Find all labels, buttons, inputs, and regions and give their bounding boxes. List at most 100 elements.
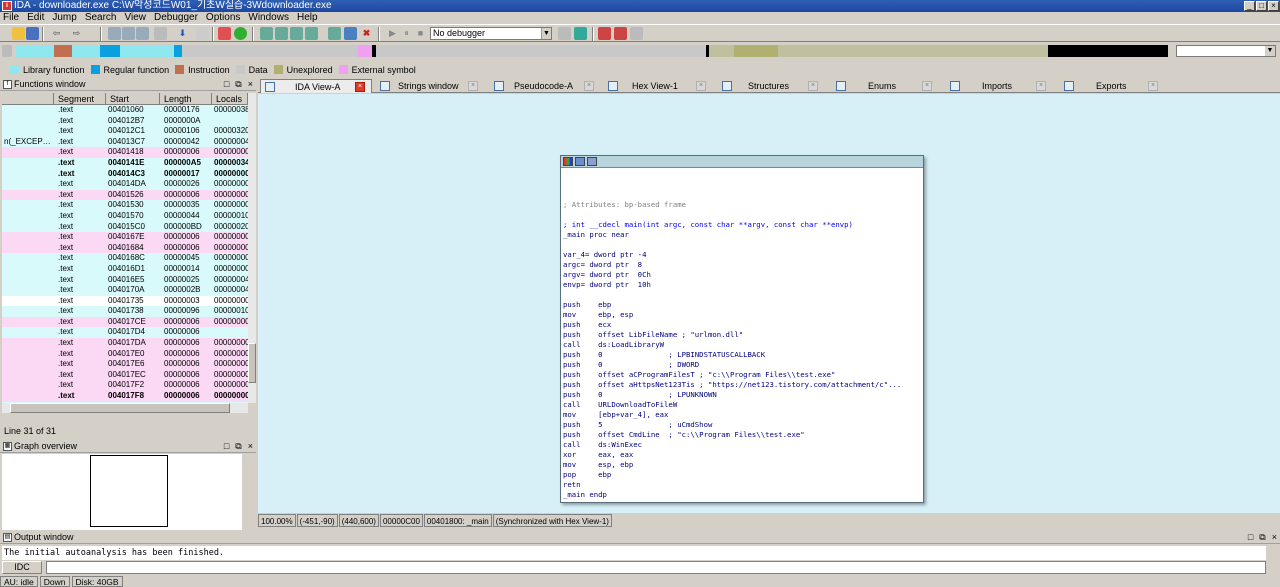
code-line[interactable] [563, 210, 923, 220]
print-icon[interactable] [154, 27, 167, 40]
table-row[interactable]: .text 004017E6 00000006 00000000 [2, 359, 248, 370]
code-line[interactable]: var_4= dword ptr -4 [563, 250, 923, 260]
make-data-icon[interactable] [305, 27, 318, 40]
menu-edit[interactable]: Edit [27, 12, 44, 24]
tab-close-icon[interactable]: × [922, 81, 932, 91]
scrollbar-thumb[interactable] [248, 343, 256, 383]
menu-options[interactable]: Options [206, 12, 240, 24]
graph-node-main[interactable]: ; Attributes: bp-based frame ; int __cdec… [560, 155, 924, 503]
node-graph-icon[interactable] [575, 157, 585, 166]
table-row[interactable]: .text 004017F8 00000006 00000000 [2, 391, 248, 402]
search-next-icon[interactable] [136, 27, 149, 40]
code-line[interactable]: _main endp [563, 490, 923, 500]
delete-icon[interactable]: ✖ [360, 27, 373, 40]
code-line[interactable]: mov ebp, esp [563, 310, 923, 320]
forward-arrow-icon[interactable]: ⇨ [70, 27, 83, 40]
code-line[interactable]: call URLDownloadToFileW [563, 400, 923, 410]
table-row[interactable]: .text 00401418 00000006 00000000 [2, 147, 248, 158]
scrollbar-thumb[interactable] [10, 403, 230, 413]
stop-icon[interactable]: ■ [414, 27, 427, 40]
create-function-icon[interactable] [275, 27, 288, 40]
code-line[interactable]: argc= dword ptr 8 [563, 260, 923, 270]
table-row[interactable]: .text 00401570 00000044 00000010 [2, 210, 248, 222]
column-length[interactable]: Length [160, 93, 212, 104]
table-row[interactable]: .text 0040141E 000000A5 00000034 [2, 157, 248, 169]
table-row[interactable]: .text 00401735 00000003 00000000 [2, 295, 248, 307]
table-row[interactable]: .text 00401526 00000006 00000000 [2, 189, 248, 201]
panel-close-icon[interactable]: × [1272, 531, 1277, 544]
code-line[interactable] [563, 190, 923, 200]
code-line[interactable]: xor eax, eax [563, 450, 923, 460]
code-line[interactable]: _main proc near [563, 230, 923, 240]
code-line[interactable]: envp= dword ptr 10h [563, 280, 923, 290]
table-row[interactable]: .text 00401684 00000006 00000000 [2, 242, 248, 254]
table-row[interactable]: .text 004017EC 00000006 00000000 [2, 369, 248, 381]
table-row[interactable]: .text 00401060 00000176 00000038 [2, 105, 248, 116]
code-line[interactable]: argv= dword ptr 0Ch [563, 270, 923, 280]
tab-structures[interactable]: Structures × [718, 79, 830, 93]
menu-search[interactable]: Search [85, 12, 117, 24]
code-line[interactable]: push ebp [563, 300, 923, 310]
code-line[interactable]: ; Attributes: bp-based frame [563, 200, 923, 210]
node-color-icon[interactable] [563, 157, 573, 166]
disassembly-listing[interactable]: ; Attributes: bp-based frame ; int __cdec… [563, 190, 923, 500]
down-arrow-icon[interactable]: ⬇ [176, 27, 189, 40]
step-icon[interactable] [574, 27, 587, 40]
tab-imports[interactable]: Imports × [946, 79, 1058, 93]
chevron-down-icon[interactable]: ▼ [1265, 46, 1275, 56]
help-icon[interactable] [630, 27, 643, 40]
code-line[interactable]: push offset aHttpsNet123Tis ; "https://n… [563, 380, 923, 390]
nav-band-handle-icon[interactable] [2, 45, 12, 57]
tab-close-icon[interactable]: × [696, 81, 706, 91]
breakpoint-icon[interactable] [558, 27, 571, 40]
nav-select[interactable]: ▼ [1176, 45, 1276, 57]
menu-view[interactable]: View [125, 12, 147, 24]
code-line[interactable]: ; int __cdecl main(int argc, const char … [563, 220, 923, 230]
run-analysis-icon[interactable] [234, 27, 247, 40]
column-segment[interactable]: Segment [54, 93, 106, 104]
calculator-icon[interactable] [598, 27, 611, 40]
panel-float-icon[interactable]: ⧉ [235, 78, 241, 91]
menu-help[interactable]: Help [297, 12, 318, 24]
panel-restore-icon[interactable]: □ [224, 440, 229, 453]
code-line[interactable]: push 0 ; DWORD [563, 360, 923, 370]
back-arrow-icon[interactable]: ⇦ [50, 27, 63, 40]
code-line[interactable]: push 5 ; uCmdShow [563, 420, 923, 430]
tab-close-icon[interactable]: × [808, 81, 818, 91]
tab-close-icon[interactable]: × [468, 81, 478, 91]
table-row[interactable]: .text 004014DA 00000026 00000000 [2, 179, 248, 190]
code-line[interactable]: pop ebp [563, 470, 923, 480]
table-row[interactable]: .text 004012C1 00000106 00000320 [2, 126, 248, 137]
panel-restore-icon[interactable]: □ [1248, 531, 1253, 544]
tab-hex-view-1[interactable]: Hex View-1 × [604, 79, 716, 93]
minimize-button[interactable]: _ [1244, 1, 1255, 11]
tab-pseudocode-a[interactable]: Pseudocode-A × [490, 79, 600, 93]
table-row[interactable]: .text 004016D1 00000014 00000000 [2, 263, 248, 275]
tab-enums[interactable]: Enums × [832, 79, 944, 93]
table-row[interactable]: .text 004017E0 00000006 00000000 [2, 348, 248, 360]
code-line[interactable]: retn [563, 480, 923, 490]
ida-view-a[interactable]: ; Attributes: bp-based frame ; int __cdec… [258, 94, 1280, 513]
code-line[interactable]: push ecx [563, 320, 923, 330]
code-line[interactable]: call ds:LoadLibraryW [563, 340, 923, 350]
code-line[interactable]: push 0 ; LPUNKNOWN [563, 390, 923, 400]
tab-ida-view-a[interactable]: IDA View-A × [260, 79, 372, 93]
search-text-icon[interactable] [108, 27, 121, 40]
graph-overview-viewport[interactable] [90, 455, 168, 527]
column-name[interactable] [2, 93, 54, 104]
make-code-icon[interactable] [290, 27, 303, 40]
code-line[interactable]: mov esp, ebp [563, 460, 923, 470]
table-row[interactable]: .text 004017DA 00000006 00000000 [2, 338, 248, 349]
code-line[interactable] [563, 240, 923, 250]
table-row[interactable]: .text 00401738 00000096 00000010 [2, 306, 248, 317]
chevron-down-icon[interactable]: ▼ [541, 28, 551, 39]
code-line[interactable]: call ds:WinExec [563, 440, 923, 450]
node-group-icon[interactable] [587, 157, 597, 166]
graph-overview-canvas[interactable] [2, 454, 242, 530]
undo-icon[interactable] [196, 27, 209, 40]
table-row[interactable]: .text 004014C3 00000017 00000000 [2, 168, 248, 180]
tab-exports[interactable]: Exports × [1060, 79, 1172, 93]
table-row[interactable]: n(_EXCEP… .text 004013C7 00000042 00000004 [2, 136, 248, 148]
hex-view-icon[interactable] [344, 27, 357, 40]
pause-icon[interactable]: ⏸ [400, 27, 413, 40]
